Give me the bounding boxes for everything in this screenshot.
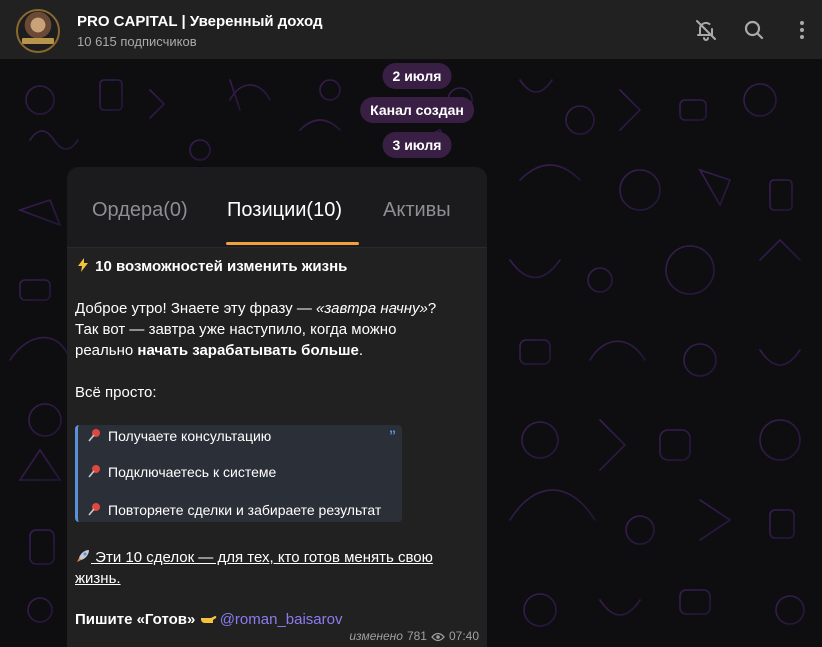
post-paragraph: Доброе утро! Знаете эту фразу — «завтра … <box>75 298 479 319</box>
more-vertical-icon[interactable] <box>790 18 814 42</box>
pushpin-icon <box>87 463 103 479</box>
tab-positions: Позиции(10) <box>227 199 342 221</box>
text-fragment: реально <box>75 342 138 359</box>
channel-avatar[interactable] <box>16 9 60 53</box>
quote-item-text: Повторяете сделки и забираете результат <box>108 502 382 518</box>
italic-phrase: «завтра начну» <box>316 300 428 317</box>
active-tab-indicator <box>226 242 359 245</box>
headline-text: 10 возможностей изменить жизнь <box>95 258 348 275</box>
post-link-line: жизнь. <box>75 568 479 589</box>
bold-phrase: начать зарабатывать больше <box>137 342 359 359</box>
post-link[interactable]: Эти 10 сделок — для тех, кто готов менят… <box>91 549 433 566</box>
quote-item: Повторяете сделки и забираете результат <box>87 501 381 518</box>
post-headline: 10 возможностей изменить жизнь <box>75 256 479 277</box>
message-meta: изменено 781 07:40 <box>349 629 479 643</box>
post-cta: Пишите «Готов» @roman_baisarov <box>75 609 479 630</box>
service-message-channel-created: Канал создан <box>360 97 474 123</box>
post-paragraph: Всё просто: <box>75 384 157 401</box>
view-count: 781 <box>406 629 427 643</box>
tab-assets: Активы <box>383 199 451 221</box>
post-paragraph: реально начать зарабатывать больше. <box>75 340 479 361</box>
chat-header: PRO CAPITAL | Уверенный доход 10 615 под… <box>0 0 822 60</box>
channel-post-message[interactable]: Ордера(0) Позиции(10) Активы 10 возможно… <box>67 167 487 647</box>
search-icon[interactable] <box>742 18 766 42</box>
blockquote: ” Получаете консультацию Подключаетесь к… <box>75 425 402 522</box>
date-separator: 2 июля <box>382 63 452 89</box>
post-paragraph: Так вот — завтра уже наступило, когда мо… <box>75 321 397 338</box>
avatar-logo-badge <box>22 38 54 44</box>
tab-orders: Ордера(0) <box>92 199 188 221</box>
text-fragment: . <box>358 342 363 359</box>
pushpin-icon <box>87 501 103 517</box>
lightning-icon <box>75 257 91 273</box>
post-link[interactable]: жизнь. <box>75 570 121 587</box>
subscriber-count: 10 615 подписчиков <box>77 34 197 49</box>
channel-title[interactable]: PRO CAPITAL | Уверенный доход <box>77 13 323 30</box>
rocket-icon <box>75 548 91 564</box>
pointing-hand-icon <box>200 610 216 626</box>
quote-item-text: Получаете консультацию <box>108 428 272 444</box>
edited-label: изменено <box>349 629 403 643</box>
username-mention[interactable]: @roman_baisarov <box>220 611 343 628</box>
pushpin-icon <box>87 427 103 443</box>
bell-off-icon[interactable] <box>694 18 718 42</box>
date-separator: 3 июля <box>382 132 452 158</box>
eye-icon <box>431 631 445 642</box>
quote-mark-icon: ” <box>389 427 396 443</box>
post-image[interactable]: Ордера(0) Позиции(10) Активы <box>67 167 487 248</box>
text-fragment: ? <box>427 300 437 317</box>
post-link-line: Эти 10 сделок — для тех, кто готов менят… <box>75 547 479 568</box>
message-time: 07:40 <box>448 629 479 643</box>
text-fragment: Доброе утро! Знаете эту фразу — <box>75 300 317 317</box>
cta-text: Пишите «Готов» <box>75 611 196 628</box>
quote-item: Получаете консультацию <box>87 427 271 444</box>
quote-item: Подключаетесь к системе <box>87 463 276 480</box>
quote-item-text: Подключаетесь к системе <box>108 464 277 480</box>
